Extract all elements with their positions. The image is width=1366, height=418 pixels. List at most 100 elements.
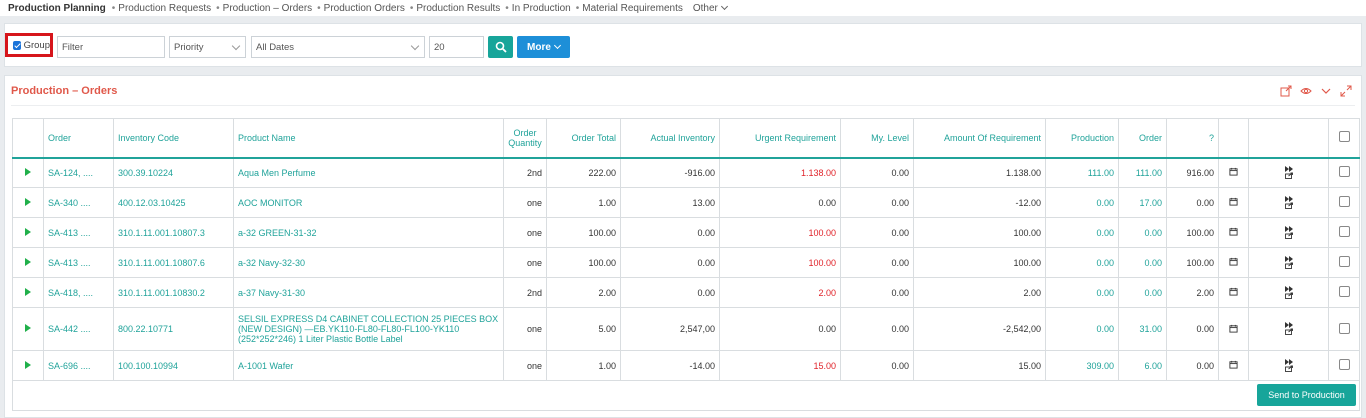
cell-order-2[interactable]: 31.00 bbox=[1118, 307, 1167, 351]
col-order[interactable]: Order bbox=[43, 118, 114, 159]
send-forward-icon[interactable] bbox=[1248, 247, 1329, 278]
expand-row-cell[interactable] bbox=[12, 277, 44, 308]
nav-brand[interactable]: Production Planning bbox=[8, 3, 106, 14]
row-select-cell[interactable] bbox=[1328, 217, 1360, 248]
cell-order[interactable]: SA-442 .... bbox=[43, 307, 114, 351]
cell-order-2[interactable]: 17.00 bbox=[1118, 187, 1167, 218]
filter-input[interactable]: Filter bbox=[57, 36, 165, 58]
calendar-icon[interactable] bbox=[1218, 307, 1249, 351]
row-checkbox[interactable] bbox=[1338, 322, 1350, 334]
expand-row-cell[interactable] bbox=[12, 307, 44, 351]
cell-inventory-code[interactable]: 300.39.10224 bbox=[113, 157, 234, 188]
cell-production[interactable]: 0.00 bbox=[1045, 277, 1119, 308]
row-checkbox[interactable] bbox=[1338, 196, 1350, 207]
cell-order[interactable]: SA-413 .... bbox=[43, 217, 114, 248]
expand-row-cell[interactable] bbox=[12, 247, 44, 278]
cell-order-2[interactable]: 0.00 bbox=[1118, 217, 1167, 248]
row-select-cell[interactable] bbox=[1328, 187, 1360, 218]
search-button[interactable] bbox=[488, 36, 513, 58]
cell-product-name[interactable]: a-37 Navy-31-30 bbox=[233, 277, 504, 308]
table-row[interactable]: SA-442 .... 800.22.10771 SELSIL EXPRESS D4… bbox=[12, 307, 1360, 351]
table-row[interactable]: SA-124, .... 300.39.10224 Aqua Men Perfume… bbox=[12, 157, 1360, 188]
cell-inventory-code[interactable]: 100.100.10994 bbox=[113, 350, 234, 381]
send-forward-icon[interactable] bbox=[1248, 187, 1329, 218]
nav-item-production-results[interactable]: Production Results bbox=[416, 3, 500, 14]
cell-inventory-code[interactable]: 310.1.11.001.10807.3 bbox=[113, 217, 234, 248]
play-icon[interactable] bbox=[25, 324, 31, 332]
row-select-cell[interactable] bbox=[1328, 307, 1360, 351]
send-to-production-button[interactable]: Send to Production bbox=[1257, 384, 1356, 406]
col-urgent-requirement[interactable]: Urgent Requirement bbox=[719, 118, 841, 159]
cell-order-2[interactable]: 0.00 bbox=[1118, 277, 1167, 308]
cell-inventory-code[interactable]: 400.12.03.10425 bbox=[113, 187, 234, 218]
cell-production[interactable]: 0.00 bbox=[1045, 187, 1119, 218]
calendar-icon[interactable] bbox=[1218, 277, 1249, 308]
cell-order-2[interactable]: 6.00 bbox=[1118, 350, 1167, 381]
cell-production[interactable]: 111.00 bbox=[1045, 157, 1119, 188]
row-checkbox[interactable] bbox=[1338, 166, 1350, 178]
col-order-quantity[interactable]: Order Quantity bbox=[503, 118, 547, 159]
calendar-icon[interactable] bbox=[1218, 247, 1249, 278]
table-row[interactable]: SA-340 .... 400.12.03.10425 AOC MONITOR one… bbox=[12, 187, 1360, 218]
cell-production[interactable]: 0.00 bbox=[1045, 307, 1119, 351]
calendar-icon[interactable] bbox=[1218, 187, 1249, 218]
row-checkbox[interactable] bbox=[1338, 286, 1350, 297]
cell-product-name[interactable]: a-32 Navy-32-30 bbox=[233, 247, 504, 278]
collapse-icon[interactable] bbox=[1319, 84, 1333, 98]
nav-item-production-requests[interactable]: Production Requests bbox=[118, 3, 211, 14]
expand-row-cell[interactable] bbox=[12, 350, 44, 381]
cell-product-name[interactable]: SELSIL EXPRESS D4 CABINET COLLECTION 25 … bbox=[233, 307, 504, 351]
eye-icon[interactable] bbox=[1299, 84, 1313, 98]
row-select-cell[interactable] bbox=[1328, 157, 1360, 188]
send-forward-icon[interactable] bbox=[1248, 157, 1329, 188]
group-checkbox[interactable] bbox=[13, 40, 21, 50]
send-forward-icon[interactable] bbox=[1248, 277, 1329, 308]
row-checkbox[interactable] bbox=[1338, 359, 1350, 370]
col-inventory-code[interactable]: Inventory Code bbox=[113, 118, 234, 159]
table-row[interactable]: SA-413 .... 310.1.11.001.10807.3 a-32 GREE… bbox=[12, 217, 1360, 248]
export-icon[interactable] bbox=[1279, 84, 1293, 98]
cell-inventory-code[interactable]: 310.1.11.001.10807.6 bbox=[113, 247, 234, 278]
cell-production[interactable]: 309.00 bbox=[1045, 350, 1119, 381]
send-forward-icon[interactable] bbox=[1248, 217, 1329, 248]
col-order-2[interactable]: Order bbox=[1118, 118, 1167, 159]
cell-inventory-code[interactable]: 800.22.10771 bbox=[113, 307, 234, 351]
send-forward-icon[interactable] bbox=[1248, 307, 1329, 351]
play-icon[interactable] bbox=[25, 257, 31, 266]
cell-order-2[interactable]: 111.00 bbox=[1118, 157, 1167, 188]
more-button[interactable]: More bbox=[517, 36, 570, 58]
cell-product-name[interactable]: Aqua Men Perfume bbox=[233, 157, 504, 188]
row-select-cell[interactable] bbox=[1328, 350, 1360, 381]
col-my-level[interactable]: My. Level bbox=[840, 118, 914, 159]
col-order-total[interactable]: Order Total bbox=[546, 118, 621, 159]
play-icon[interactable] bbox=[25, 360, 31, 369]
row-checkbox[interactable] bbox=[1338, 226, 1350, 237]
group-toggle[interactable]: Group bbox=[5, 33, 53, 57]
cell-order[interactable]: SA-418, .... bbox=[43, 277, 114, 308]
cell-order-2[interactable]: 0.00 bbox=[1118, 247, 1167, 278]
cell-order[interactable]: SA-340 .... bbox=[43, 187, 114, 218]
table-row[interactable]: SA-418, .... 310.1.11.001.10830.2 a-37 Nav… bbox=[12, 277, 1360, 308]
expand-icon[interactable] bbox=[1339, 84, 1353, 98]
col-production[interactable]: Production bbox=[1045, 118, 1119, 159]
calendar-icon[interactable] bbox=[1218, 157, 1249, 188]
cell-order[interactable]: SA-696 .... bbox=[43, 350, 114, 381]
cell-production[interactable]: 0.00 bbox=[1045, 217, 1119, 248]
row-select-cell[interactable] bbox=[1328, 277, 1360, 308]
col-actual-inventory[interactable]: Actual Inventory bbox=[620, 118, 720, 159]
expand-row-cell[interactable] bbox=[12, 217, 44, 248]
calendar-icon[interactable] bbox=[1218, 350, 1249, 381]
table-row[interactable]: SA-696 .... 100.100.10994 A-1001 Wafer one 1… bbox=[12, 350, 1360, 381]
cell-order[interactable]: SA-124, .... bbox=[43, 157, 114, 188]
cell-product-name[interactable]: AOC MONITOR bbox=[233, 187, 504, 218]
cell-product-name[interactable]: a-32 GREEN-31-32 bbox=[233, 217, 504, 248]
select-all-checkbox[interactable] bbox=[1338, 131, 1350, 143]
play-icon[interactable] bbox=[25, 167, 31, 176]
play-icon[interactable] bbox=[25, 287, 31, 296]
cell-product-name[interactable]: A-1001 Wafer bbox=[233, 350, 504, 381]
play-icon[interactable] bbox=[25, 227, 31, 236]
nav-item-in-production[interactable]: In Production bbox=[512, 3, 571, 14]
row-checkbox[interactable] bbox=[1338, 256, 1350, 267]
priority-select[interactable]: Priority bbox=[169, 36, 246, 58]
dates-select[interactable]: All Dates bbox=[251, 36, 425, 58]
